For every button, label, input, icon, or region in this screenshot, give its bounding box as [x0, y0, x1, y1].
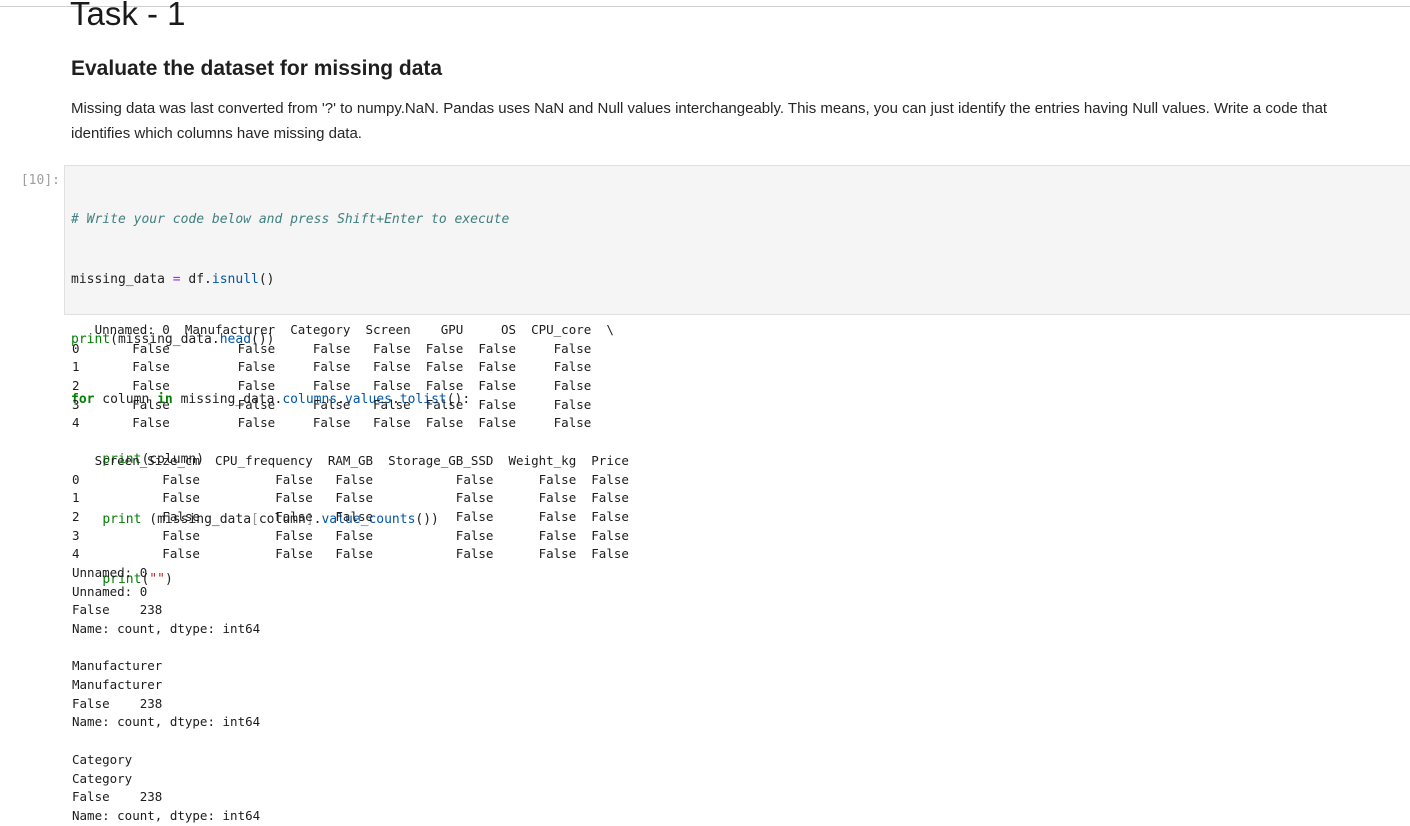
output-line: 2 False False False False False False: [72, 508, 629, 524]
output-line: 3 False False False False False False Fa…: [72, 396, 592, 412]
output-line: 1 False False False False False False: [72, 490, 629, 506]
output-line: Manufacturer: [72, 658, 163, 674]
output-line: Name: count, dtype: int64: [72, 621, 261, 636]
code-comment: # Write your code below and press Shift+…: [71, 212, 510, 227]
output-line: Name: count, dtype: int64: [72, 714, 261, 730]
cell-output: Unnamed: 0 Manufacturer Category Screen …: [72, 321, 629, 826]
output-line: Name: count, dtype: int64: [72, 807, 261, 823]
output-line: Unnamed: 0: [72, 583, 148, 599]
output-line: 4 False False False False False False: [72, 546, 629, 562]
task-heading: Task - 1: [70, 0, 186, 32]
output-line: False 238: [72, 602, 163, 618]
output-line: 4 False False False False False False Fa…: [72, 415, 592, 431]
description-text: Missing data was last converted from '?'…: [71, 100, 1328, 142]
code-line-2: missing_data = df.isnull(): [71, 272, 275, 287]
output-line: Manufacturer: [72, 677, 163, 693]
cell-execution-count: [10]:: [20, 173, 60, 188]
output-line: 0 False False False False False False Fa…: [72, 340, 592, 356]
output-line: 1 False False False False False False Fa…: [72, 359, 592, 375]
output-line: 2 False False False False False False Fa…: [72, 378, 592, 394]
output-line: False 238: [72, 695, 163, 711]
output-line: Unnamed: 0 Manufacturer Category Screen …: [72, 322, 614, 337]
top-divider: [0, 6, 1410, 7]
output-line: 0 False False False False False False: [72, 471, 629, 487]
output-line: False 238: [72, 789, 163, 805]
output-line: Category: [72, 770, 133, 786]
output-line: Unnamed: 0: [72, 564, 148, 580]
output-line: Screen_Size_cm CPU_frequency RAM_GB Stor…: [72, 452, 629, 468]
output-line: 3 False False False False False False: [72, 527, 629, 543]
section-heading: Evaluate the dataset for missing data: [71, 57, 443, 80]
output-line: Category: [72, 751, 133, 767]
